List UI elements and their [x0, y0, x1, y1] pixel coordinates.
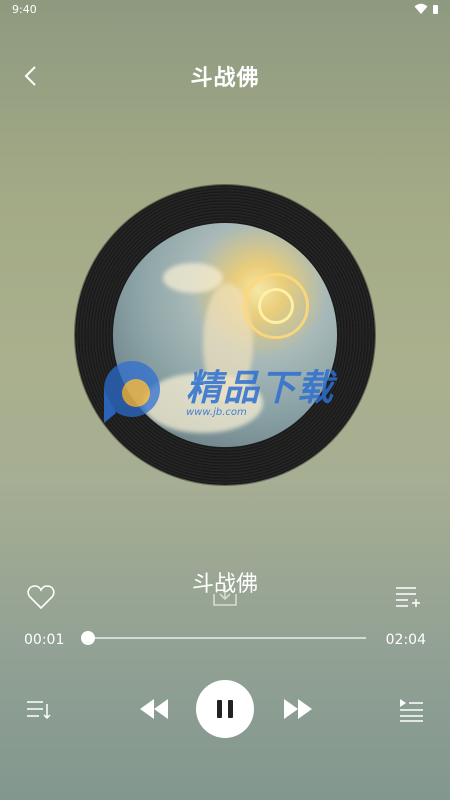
page-title: 斗战佛 — [190, 66, 260, 91]
status-time: 9:40 — [12, 3, 37, 16]
pause-button[interactable] — [196, 680, 254, 738]
watermark-text: 精品下载 — [186, 368, 335, 409]
battery-icon — [433, 5, 438, 14]
wifi-icon — [414, 3, 428, 14]
watermark-logo-icon — [104, 361, 160, 423]
pause-icon — [217, 700, 222, 718]
progress-knob[interactable] — [81, 631, 95, 645]
heart-icon[interactable] — [26, 582, 56, 612]
watermark-url: www.jb.com — [186, 407, 247, 418]
current-time: 00:01 — [24, 632, 65, 648]
next-icon[interactable] — [282, 696, 314, 722]
status-bar: 9:40 — [0, 0, 450, 20]
queue-icon[interactable] — [398, 698, 424, 722]
previous-icon[interactable] — [138, 696, 170, 722]
vinyl-disc — [75, 185, 375, 485]
total-time: 02:04 — [385, 632, 426, 648]
progress-bar[interactable] — [81, 631, 366, 645]
watermark: 精品下载 www.jb.com — [98, 355, 358, 435]
play-mode-icon[interactable] — [26, 698, 52, 722]
add-to-playlist-icon[interactable] — [394, 584, 424, 614]
download-icon[interactable] — [210, 580, 240, 610]
pause-icon-bar — [228, 700, 233, 718]
